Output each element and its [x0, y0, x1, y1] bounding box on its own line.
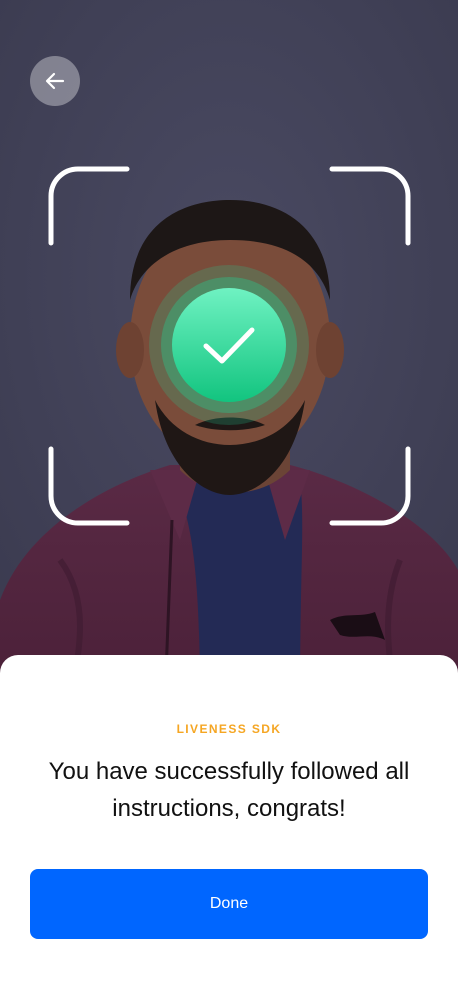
liveness-screen: LIVENESS SDK You have successfully follo…: [0, 0, 458, 993]
result-sheet: LIVENESS SDK You have successfully follo…: [0, 655, 458, 993]
frame-corner-top-right: [329, 166, 411, 246]
frame-corner-bottom-right: [329, 446, 411, 526]
success-message: You have successfully followed all instr…: [48, 758, 410, 822]
arrow-left-icon: [45, 72, 65, 90]
done-button[interactable]: Done: [30, 869, 428, 939]
sdk-label: LIVENESS SDK: [176, 722, 282, 736]
frame-corner-top-left: [48, 166, 130, 246]
back-button[interactable]: [30, 56, 80, 106]
success-check-badge: [149, 265, 309, 425]
camera-preview: [0, 0, 458, 700]
frame-corner-bottom-left: [48, 446, 130, 526]
